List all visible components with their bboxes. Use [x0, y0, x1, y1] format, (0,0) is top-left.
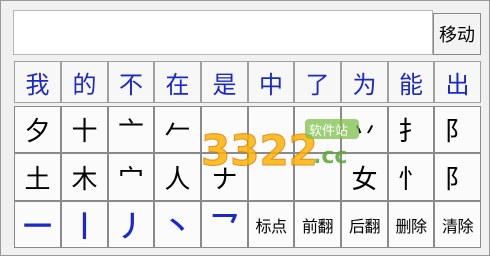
radical-key[interactable]: 夕 — [14, 106, 61, 153]
char-key[interactable]: 能 — [388, 61, 434, 103]
radical-key[interactable]: 宀 — [108, 153, 154, 201]
stroke-key-pie[interactable]: 丿 — [108, 201, 154, 248]
radical-key[interactable] — [294, 106, 341, 153]
candidate-input-area[interactable] — [13, 10, 433, 55]
radical-key[interactable] — [294, 153, 341, 201]
page-prev-button[interactable]: 前翻 — [294, 201, 341, 248]
stroke-key-shu[interactable]: 丨 — [61, 201, 108, 248]
delete-button[interactable]: 删除 — [388, 201, 434, 248]
radical-key[interactable]: ナ — [201, 153, 248, 201]
char-key[interactable]: 的 — [61, 61, 108, 103]
radical-key[interactable]: 𠂉 — [154, 106, 201, 153]
move-button[interactable]: 移动 — [433, 13, 481, 55]
radical-key[interactable]: 阝 — [434, 106, 481, 153]
handwriting-keyboard-panel: 移动 我 的 不 在 是 中 了 为 能 出 夕 十 亠 𠂉 丷 扌 阝 土 木… — [0, 0, 490, 256]
radical-key[interactable]: 十 — [61, 106, 108, 153]
radical-key[interactable] — [201, 106, 248, 153]
radical-key[interactable]: 亠 — [108, 106, 154, 153]
radical-key[interactable]: 扌 — [388, 106, 434, 153]
char-key[interactable]: 是 — [201, 61, 248, 103]
punctuation-button[interactable]: 标点 — [248, 201, 294, 248]
char-key[interactable]: 了 — [294, 61, 341, 103]
radical-key[interactable]: 阝 — [434, 153, 481, 201]
char-key[interactable]: 不 — [108, 61, 154, 103]
radical-key[interactable]: 土 — [14, 153, 61, 201]
radical-key[interactable] — [248, 106, 294, 153]
radical-key[interactable]: 丷 — [341, 106, 388, 153]
stroke-key-zhe[interactable]: 乛 — [201, 201, 248, 248]
radical-key[interactable]: 木 — [61, 153, 108, 201]
stroke-key-dian[interactable]: 丶 — [154, 201, 201, 248]
radical-key[interactable]: 人 — [154, 153, 201, 201]
page-next-button[interactable]: 后翻 — [341, 201, 388, 248]
radical-key[interactable]: 女 — [341, 153, 388, 201]
clear-button[interactable]: 清除 — [434, 201, 481, 248]
char-key[interactable]: 在 — [154, 61, 201, 103]
char-key[interactable]: 中 — [248, 61, 294, 103]
stroke-key-heng[interactable]: 一 — [14, 201, 61, 248]
char-key[interactable]: 我 — [14, 61, 61, 103]
char-key[interactable]: 出 — [434, 61, 481, 103]
radical-key[interactable]: 忄 — [388, 153, 434, 201]
radical-key[interactable] — [248, 153, 294, 201]
char-key[interactable]: 为 — [341, 61, 388, 103]
